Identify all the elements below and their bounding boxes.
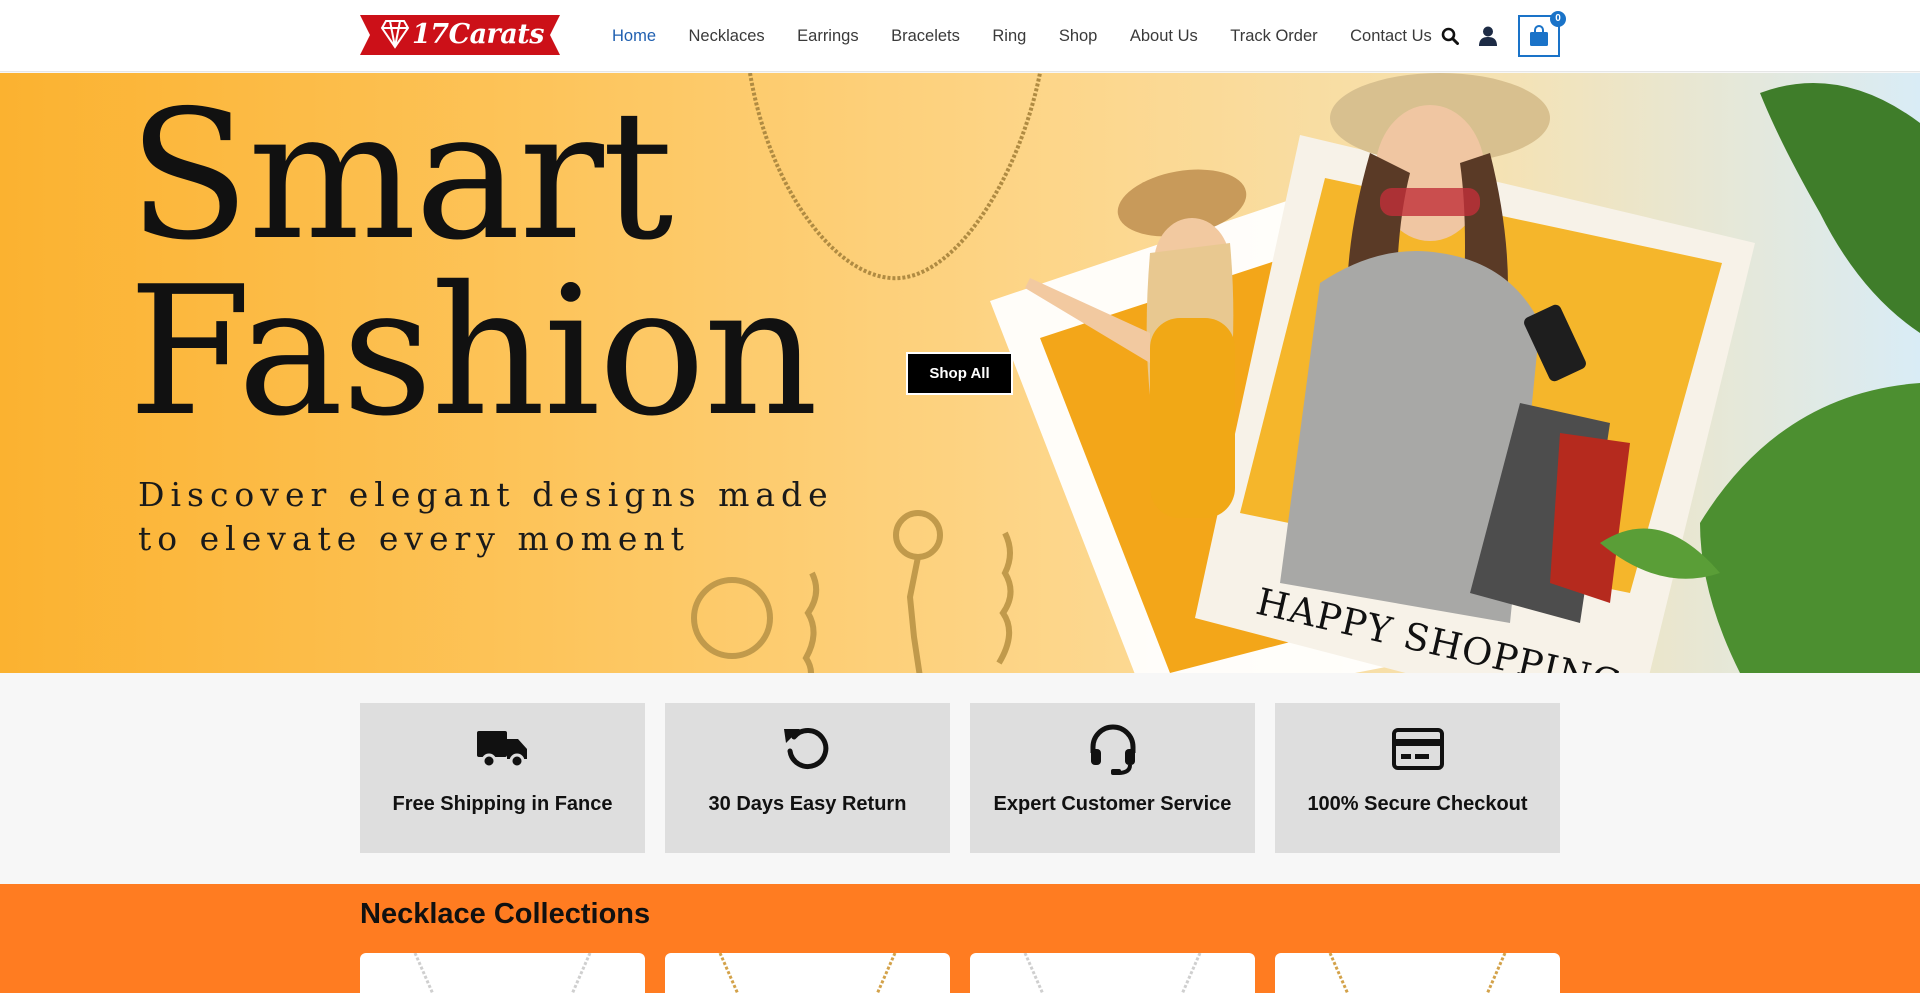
- nav-earrings[interactable]: Earrings: [797, 27, 858, 46]
- feature-label: Free Shipping in Fance: [392, 793, 613, 815]
- hero-title-line-1: Smart: [128, 73, 673, 279]
- credit-card-icon: [1391, 723, 1444, 775]
- nav-about-us[interactable]: About Us: [1130, 27, 1198, 46]
- necklace-image: [413, 953, 592, 993]
- feature-returns: 30 Days Easy Return: [665, 703, 950, 853]
- feature-label: 30 Days Easy Return: [708, 793, 907, 815]
- shopping-bag-icon: [1530, 25, 1548, 46]
- features-row: Free Shipping in Fance 30 Days Easy Retu…: [360, 703, 1560, 853]
- product-card[interactable]: [360, 953, 645, 993]
- product-cards: [360, 953, 1560, 993]
- necklace-collections-section: Necklace Collections: [0, 884, 1920, 993]
- necklace-image: [1023, 953, 1202, 993]
- nav-track-order[interactable]: Track Order: [1230, 27, 1317, 46]
- feature-support: Expert Customer Service: [970, 703, 1255, 853]
- shop-all-button[interactable]: Shop All: [906, 352, 1013, 395]
- hero-subtitle: Discover elegant designs made to elevate…: [138, 475, 834, 558]
- feature-label: 100% Secure Checkout: [1307, 793, 1528, 815]
- header-actions: [1438, 22, 1514, 50]
- nav-bracelets[interactable]: Bracelets: [891, 27, 960, 46]
- site-header: 17Carats Home Necklaces Earrings Bracele…: [0, 0, 1920, 72]
- necklace-image: [1328, 953, 1507, 993]
- cart-button[interactable]: 0: [1518, 11, 1566, 57]
- product-card[interactable]: [1275, 953, 1560, 993]
- logo[interactable]: 17Carats: [360, 15, 560, 55]
- truck-icon: [476, 723, 529, 775]
- feature-shipping: Free Shipping in Fance: [360, 703, 645, 853]
- product-card[interactable]: [665, 953, 950, 993]
- logo-text: 17Carats: [412, 19, 544, 50]
- nav-ring[interactable]: Ring: [992, 27, 1026, 46]
- user-icon[interactable]: [1476, 22, 1500, 50]
- product-card[interactable]: [970, 953, 1255, 993]
- return-icon: [782, 723, 834, 775]
- nav-shop[interactable]: Shop: [1059, 27, 1098, 46]
- headset-icon: [1087, 723, 1139, 775]
- search-icon[interactable]: [1438, 22, 1462, 50]
- section-title: Necklace Collections: [360, 898, 651, 930]
- nav-contact-us[interactable]: Contact Us: [1350, 27, 1432, 46]
- nav-home[interactable]: Home: [612, 27, 656, 46]
- feature-secure-checkout: 100% Secure Checkout: [1275, 703, 1560, 853]
- hero-banner: Smart Fashion Discover elegant designs m…: [0, 73, 1920, 673]
- main-nav: Home Necklaces Earrings Bracelets Ring S…: [612, 0, 1464, 72]
- feature-label: Expert Customer Service: [993, 793, 1232, 815]
- hero-title-line-2: Fashion: [128, 248, 818, 455]
- nav-necklaces[interactable]: Necklaces: [689, 27, 765, 46]
- cart-count-badge: 0: [1550, 11, 1566, 27]
- necklace-image: [718, 953, 897, 993]
